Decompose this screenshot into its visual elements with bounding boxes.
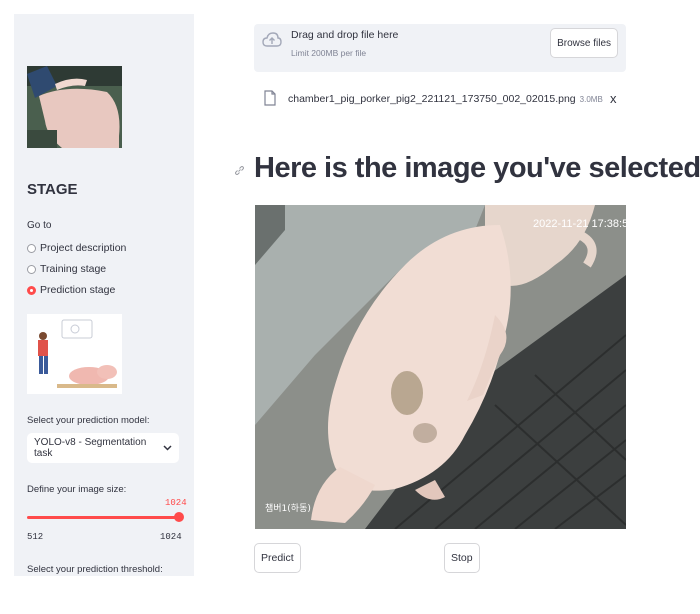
chevron-down-icon — [163, 443, 172, 454]
file-dropzone[interactable]: Drag and drop file here Limit 200MB per … — [254, 24, 626, 72]
remove-file-button[interactable]: x — [610, 91, 617, 106]
nav-training-stage[interactable]: Training stage — [27, 263, 106, 275]
predict-button[interactable]: Predict — [254, 543, 301, 573]
radio-icon — [27, 243, 36, 253]
selected-pig-image: 2022-11-21 17:38:58 챔버1(하동) — [255, 205, 626, 529]
slider-max: 1024 — [160, 532, 182, 542]
sidebar-photo — [27, 66, 122, 148]
dropzone-title: Drag and drop file here — [291, 29, 399, 41]
size-slider-track[interactable] — [27, 516, 179, 519]
image-caption: 챔버1(하동) — [265, 502, 311, 514]
nav-label: Training stage — [40, 263, 107, 275]
slider-value: 1024 — [165, 498, 187, 508]
sidebar: STAGE Go to Project description Training… — [14, 14, 194, 576]
model-select-value: YOLO-v8 - Segmentation task — [34, 437, 147, 459]
page-title: Here is the image you've selected — [254, 152, 700, 184]
browse-files-button[interactable]: Browse files — [550, 28, 618, 58]
radio-icon — [27, 264, 36, 274]
file-name: chamber1_pig_porker_pig2_221121_173750_0… — [288, 93, 576, 105]
sidebar-title: STAGE — [27, 181, 78, 198]
file-icon — [264, 89, 276, 109]
nav-label: Prediction stage — [40, 284, 116, 296]
threshold-label: Select your prediction threshold: — [27, 564, 163, 575]
size-label: Define your image size: — [27, 484, 127, 495]
cloud-upload-icon — [262, 32, 282, 53]
file-size: 3.0MB — [579, 94, 603, 104]
model-label: Select your prediction model: — [27, 415, 150, 426]
stop-button[interactable]: Stop — [444, 543, 480, 573]
slider-min: 512 — [27, 532, 44, 542]
radio-selected-icon — [27, 285, 36, 295]
uploaded-file: chamber1_pig_porker_pig2_221121_173750_0… — [264, 89, 626, 109]
dropzone-limit: Limit 200MB per file — [291, 48, 367, 58]
goto-label: Go to — [27, 220, 52, 231]
image-timestamp: 2022-11-21 17:38:58 — [533, 218, 626, 230]
farmer-illustration — [27, 314, 122, 394]
model-select[interactable]: YOLO-v8 - Segmentation task — [27, 433, 179, 463]
nav-label: Project description — [40, 242, 127, 254]
nav-prediction-stage[interactable]: Prediction stage — [27, 284, 115, 296]
size-slider-thumb[interactable] — [174, 512, 184, 522]
link-icon[interactable] — [234, 163, 245, 181]
nav-project-description[interactable]: Project description — [27, 242, 126, 254]
